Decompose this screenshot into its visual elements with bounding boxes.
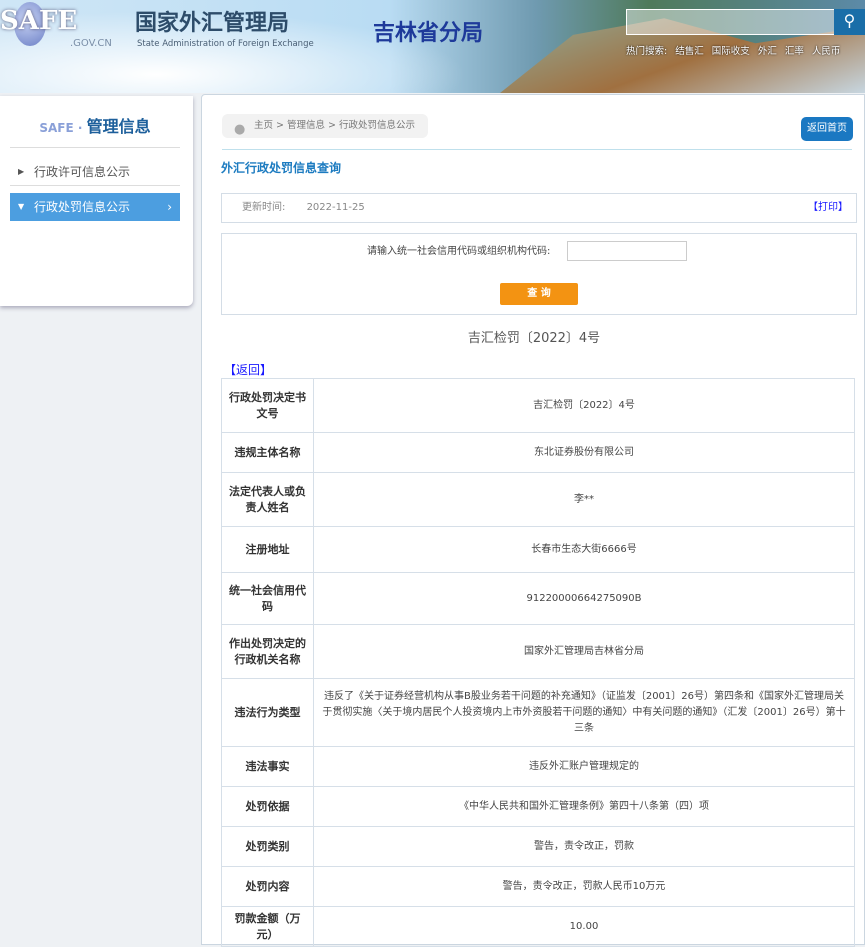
sidebar-item-label: 行政许可信息公示 — [34, 165, 131, 179]
field-value: 91220000664275090B — [313, 572, 855, 625]
search-input[interactable] — [626, 9, 836, 35]
print-link[interactable]: 【打印】 — [808, 194, 848, 222]
field-value: 《中华人民共和国外汇管理条例》第四十八条第（四）项 — [313, 786, 855, 827]
field-value: 长春市生态大街6666号 — [313, 526, 855, 573]
hot-link[interactable]: 外汇 — [758, 46, 777, 57]
table-row: 违法事实 违反外汇账户管理规定的 — [221, 746, 855, 787]
sidebar-item-admin-license[interactable]: ▶ 行政许可信息公示 — [10, 158, 180, 186]
search-button[interactable]: ⚲ — [834, 9, 865, 35]
sidebar-item-label: 行政处罚信息公示 — [34, 200, 131, 214]
field-value: 违反了《关于证券经营机构从事B股业务若干问题的补充通知》（证监发〔2001〕26… — [313, 678, 855, 747]
hot-link[interactable]: 人民币 — [812, 46, 841, 57]
caret-down-icon: ▼ — [18, 202, 25, 211]
sidebar-item-admin-penalty[interactable]: ▼ 行政处罚信息公示 › — [10, 193, 180, 221]
branch-title: 吉林省分局 — [373, 21, 484, 46]
table-row: 处罚类别 警告，责令改正，罚款 — [221, 826, 855, 867]
query-button[interactable]: 查 询 — [500, 283, 578, 305]
field-label: 违规主体名称 — [221, 432, 314, 473]
site-title-en: State Administration of Foreign Exchange — [137, 39, 314, 49]
breadcrumb-text[interactable]: 主页 > 管理信息 > 行政处罚信息公示 — [254, 120, 415, 131]
location-pin-icon: ● — [234, 122, 246, 137]
field-label: 违法行为类型 — [221, 678, 314, 747]
table-row: 行政处罚决定书文号 吉汇检罚〔2022〕4号 — [221, 378, 855, 433]
sidebar-title: SAFE · 管理信息 — [10, 106, 180, 148]
table-row: 处罚内容 警告，责令改正，罚款人民币10万元 — [221, 866, 855, 907]
home-button[interactable]: 返回首页 — [801, 117, 853, 141]
site-title-cn: 国家外汇管理局 — [135, 11, 290, 36]
page-title: 外汇行政处罚信息查询 — [221, 161, 342, 175]
update-bar: 更新时间: 2022-11-25 【打印】 — [221, 193, 857, 223]
table-row: 处罚依据 《中华人民共和国外汇管理条例》第四十八条第（四）项 — [221, 786, 855, 827]
field-value: 东北证券股份有限公司 — [313, 432, 855, 473]
domain-label: .GOV.CN — [70, 38, 112, 49]
field-value: 国家外汇管理局吉林省分局 — [313, 624, 855, 679]
field-value: 吉汇检罚〔2022〕4号 — [313, 378, 855, 433]
field-label: 违法事实 — [221, 746, 314, 787]
hot-search-label: 热门搜索: — [626, 46, 668, 57]
table-row: 罚款金额（万元） 10.00 — [221, 906, 855, 947]
field-label: 法定代表人或负责人姓名 — [221, 472, 314, 527]
back-link[interactable]: 【返回】 — [224, 361, 272, 378]
table-row: 违规主体名称 东北证券股份有限公司 — [221, 432, 855, 473]
field-label: 统一社会信用代码 — [221, 572, 314, 625]
field-label: 处罚依据 — [221, 786, 314, 827]
sidebar-title-text: 管理信息 — [86, 117, 151, 136]
hot-search: 热门搜索: 结售汇 国际收支 外汇 汇率 人民币 — [626, 43, 845, 57]
query-form: 请输入统一社会信用代码或组织机构代码: 查 询 — [221, 233, 857, 315]
caret-right-icon: ▶ — [18, 167, 25, 176]
field-value: 警告，责令改正，罚款人民币10万元 — [313, 866, 855, 907]
divider — [222, 149, 852, 150]
table-row: 违法行为类型 违反了《关于证券经营机构从事B股业务若干问题的补充通知》（证监发〔2… — [221, 678, 855, 747]
site-header: SAFE .GOV.CN 国家外汇管理局 State Administratio… — [0, 0, 865, 93]
field-label: 行政处罚决定书文号 — [221, 378, 314, 433]
field-label: 注册地址 — [221, 526, 314, 573]
penalty-details-table: 行政处罚决定书文号 吉汇检罚〔2022〕4号 违规主体名称 东北证券股份有限公司 法定代… — [221, 378, 855, 947]
document-number: 吉汇检罚〔2022〕4号 — [467, 331, 601, 346]
credit-code-input[interactable] — [567, 241, 687, 261]
update-label: 更新时间: — [242, 202, 286, 213]
field-label: 作出处罚决定的行政机关名称 — [221, 624, 314, 679]
sidebar: SAFE · 管理信息 ▶ 行政许可信息公示 ▼ 行政处罚信息公示 › — [0, 96, 193, 306]
field-label: 处罚内容 — [221, 866, 314, 907]
breadcrumb: ● 主页 > 管理信息 > 行政处罚信息公示 — [222, 114, 428, 138]
code-input-label: 请输入统一社会信用代码或组织机构代码: — [367, 246, 551, 257]
update-date: 2022-11-25 — [306, 202, 365, 213]
safe-logo[interactable]: SAFE — [0, 6, 77, 36]
field-label: 处罚类别 — [221, 826, 314, 867]
hot-link[interactable]: 汇率 — [785, 46, 804, 57]
hot-link[interactable]: 国际收支 — [712, 46, 750, 57]
safe-mini-logo-icon: SAFE · — [39, 121, 87, 135]
hot-link[interactable]: 结售汇 — [675, 46, 704, 57]
table-row: 统一社会信用代码 91220000664275090B — [221, 572, 855, 625]
main-content: ● 主页 > 管理信息 > 行政处罚信息公示 返回首页 外汇行政处罚信息查询 更新… — [201, 94, 865, 947]
table-row: 法定代表人或负责人姓名 李** — [221, 472, 855, 527]
table-row: 作出处罚决定的行政机关名称 国家外汇管理局吉林省分局 — [221, 624, 855, 679]
field-value: 10.00 — [313, 906, 855, 947]
field-value: 违反外汇账户管理规定的 — [313, 746, 855, 787]
field-value: 警告，责令改正，罚款 — [313, 826, 855, 867]
chevron-right-icon: › — [167, 200, 172, 214]
field-label: 罚款金额（万元） — [221, 906, 314, 947]
search-icon: ⚲ — [843, 11, 856, 30]
table-row: 注册地址 长春市生态大街6666号 — [221, 526, 855, 573]
field-value: 李** — [313, 472, 855, 527]
